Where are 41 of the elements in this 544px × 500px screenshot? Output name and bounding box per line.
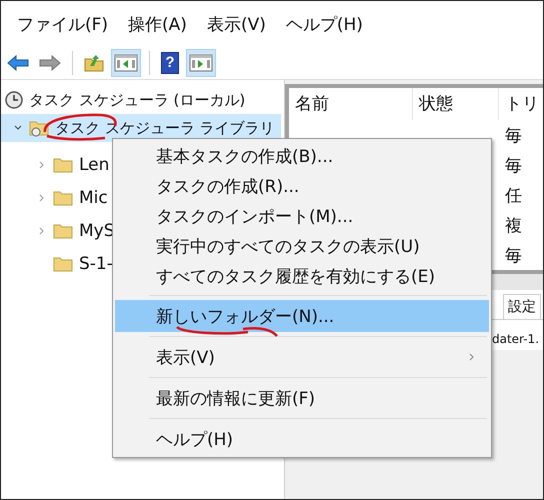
folder-arrow-icon (84, 54, 104, 72)
tree-item[interactable]: Len (79, 154, 110, 174)
menu-item[interactable]: 基本タスクの作成(B)... (115, 141, 489, 171)
clock-icon (5, 91, 23, 109)
pane-icon (114, 54, 138, 72)
pane-icon (189, 54, 213, 72)
table-cell-text: 任 (504, 184, 523, 206)
help-button[interactable]: ? (158, 49, 182, 77)
folder-icon (53, 156, 73, 174)
menu-item[interactable]: ファイル(F) (9, 12, 116, 36)
column-header[interactable]: 名前 (289, 88, 413, 120)
menu-item[interactable]: ヘルプ(H) (115, 423, 489, 455)
folder-icon (53, 222, 73, 240)
menu-item[interactable]: 最新の情報に更新(F) (115, 382, 489, 414)
table-cell-text: 毎 (504, 154, 523, 176)
table-cell-text: 毎 (504, 124, 523, 146)
menu-item[interactable]: 実行中のすべてのタスクの表示(U) (115, 231, 489, 261)
tab[interactable]: 設定 (503, 294, 541, 319)
column-header[interactable]: トリ (499, 88, 543, 120)
menu-item[interactable]: タスクの作成(R)... (115, 171, 489, 201)
tree-item[interactable]: タスク スケジューラ (ローカル) (29, 90, 246, 110)
pane-button[interactable] (186, 49, 216, 77)
menu-item[interactable]: 表示(V) (115, 341, 489, 373)
menu-item[interactable]: 表示(V) (198, 12, 274, 36)
tree-item[interactable]: S-1- (79, 254, 113, 274)
menu-item[interactable]: ヘルプ(H) (278, 12, 371, 36)
column-header[interactable]: 状態 (413, 88, 499, 120)
menu-item[interactable]: 操作(A) (120, 12, 195, 36)
folder-icon (53, 254, 73, 272)
detail-text: dater-1. (491, 331, 540, 346)
folder-icon (53, 188, 73, 206)
pane-button[interactable] (111, 49, 141, 77)
table-cell-text: 複 (504, 214, 523, 236)
menu-item[interactable]: すべてのタスク履歴を有効にする(E) (115, 261, 489, 291)
left-arrow-icon (7, 55, 29, 71)
tree-item[interactable]: Mic (79, 188, 108, 208)
table-cell-text: 毎 (504, 244, 523, 266)
folder-clock-icon (29, 119, 49, 137)
menu-item[interactable]: 新しいフォルダー(N)... (115, 300, 489, 332)
right-arrow-icon (39, 55, 61, 71)
menu-item[interactable]: タスクのインポート(M)... (115, 201, 489, 231)
